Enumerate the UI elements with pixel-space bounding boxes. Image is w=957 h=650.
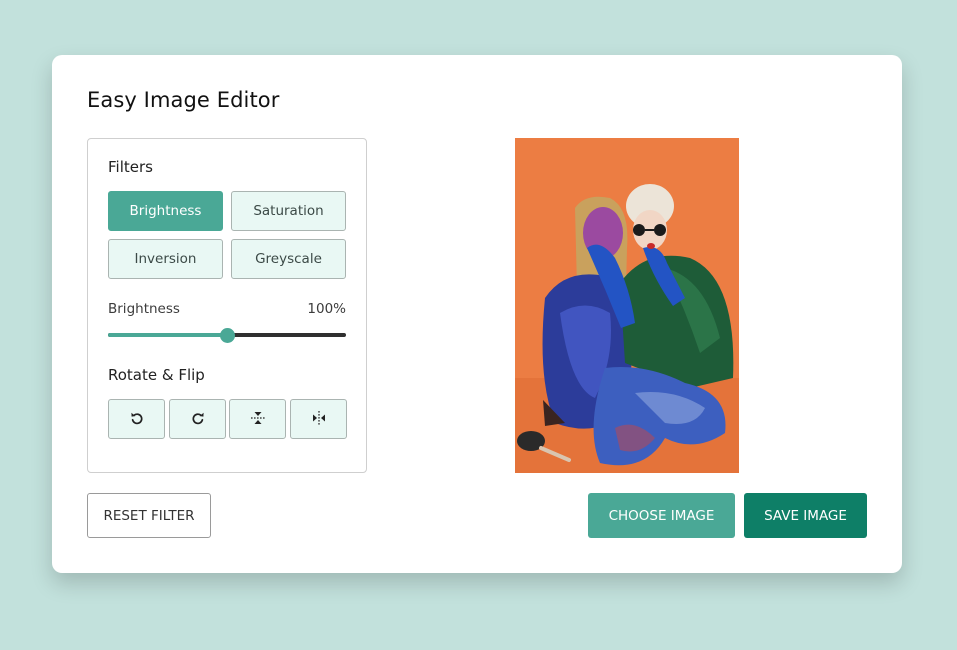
editor-card: Easy Image Editor Filters Brightness Sat… — [52, 55, 902, 573]
app-title: Easy Image Editor — [87, 88, 280, 112]
preview-photo — [515, 138, 739, 473]
filter-brightness-button[interactable]: Brightness — [108, 191, 223, 231]
flip-horizontal-button[interactable] — [290, 399, 347, 439]
filter-greyscale-button[interactable]: Greyscale — [231, 239, 346, 279]
flip-vertical-icon — [250, 410, 266, 429]
save-image-button[interactable]: Save Image — [744, 493, 867, 538]
slider-fill — [108, 333, 227, 337]
flip-vertical-button[interactable] — [229, 399, 286, 439]
image-preview — [515, 138, 739, 473]
slider-thumb[interactable] — [220, 328, 235, 343]
controls-panel: Filters Brightness Saturation Inversion … — [87, 138, 367, 473]
filter-inversion-button[interactable]: Inversion — [108, 239, 223, 279]
rotate-right-button[interactable] — [169, 399, 226, 439]
rotate-right-icon — [190, 410, 206, 429]
rotate-left-icon — [129, 410, 145, 429]
rotate-flip-title: Rotate & Flip — [108, 366, 205, 384]
slider-label: Brightness — [108, 301, 180, 317]
rotate-left-button[interactable] — [108, 399, 165, 439]
filters-title: Filters — [108, 158, 153, 176]
flip-horizontal-icon — [311, 410, 327, 429]
filter-saturation-button[interactable]: Saturation — [231, 191, 346, 231]
reset-filter-button[interactable]: Reset Filter — [87, 493, 211, 538]
brightness-slider[interactable] — [108, 328, 346, 343]
slider-value: 100% — [307, 301, 346, 317]
choose-image-button[interactable]: Choose Image — [588, 493, 735, 538]
